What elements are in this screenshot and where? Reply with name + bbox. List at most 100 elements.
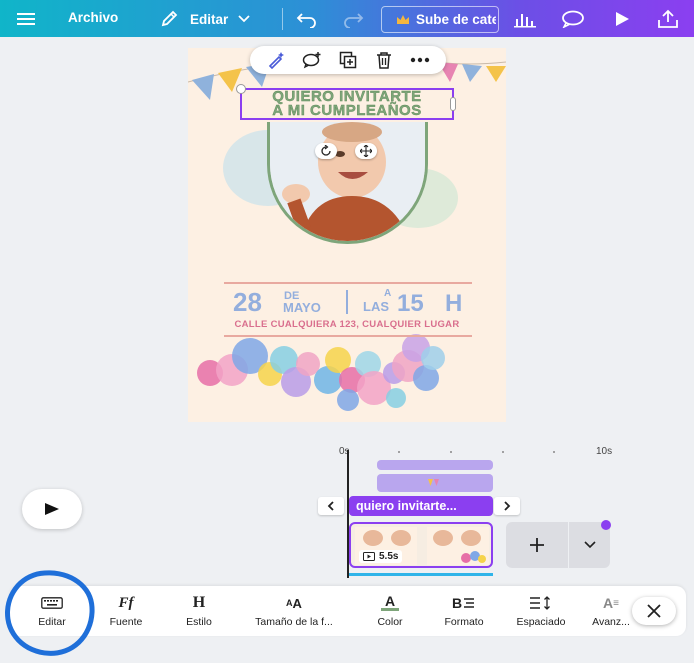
plus-icon <box>530 538 544 552</box>
tool-tamano[interactable]: AA Tamaño de la f... <box>251 594 337 629</box>
date-month: MAYO <box>283 300 321 315</box>
date-day: 28 <box>233 287 262 317</box>
duplicate-button[interactable] <box>337 49 359 71</box>
redo-icon <box>344 13 364 28</box>
text-color-icon: A <box>381 594 399 612</box>
add-page-button[interactable] <box>506 522 568 568</box>
element-context-toolbar <box>250 46 446 74</box>
upgrade-button[interactable]: Sube de categoría <box>381 6 499 33</box>
divider-top <box>224 282 472 284</box>
editar-label: Editar <box>190 11 229 27</box>
style-icon: H <box>192 594 206 611</box>
balloon-cluster <box>197 334 445 411</box>
text-tools-bar: Editar Ff Fuente H Estilo AA Tamaño de l… <box>10 586 686 636</box>
tool-label: Estilo <box>186 616 212 628</box>
resize-handle[interactable] <box>450 97 456 111</box>
ruler-tick <box>450 451 452 453</box>
timeline-progress-bar <box>349 573 493 576</box>
tool-formato[interactable]: B Formato <box>424 594 504 628</box>
notification-dot <box>601 520 611 530</box>
selected-title-text[interactable]: QUIERO INVITARTE A MI CUMPLEAÑOS <box>240 88 454 120</box>
archivo-menu[interactable]: Archivo <box>68 10 118 25</box>
font-icon: Ff <box>118 594 134 611</box>
ruler-end-label: 10s <box>596 446 613 457</box>
play-icon <box>45 503 59 515</box>
video-icon <box>363 552 375 561</box>
play-icon <box>616 12 629 26</box>
tool-label: Color <box>377 616 403 628</box>
selected-layer-label[interactable]: quiero invitarte... <box>349 496 493 516</box>
trash-icon <box>377 52 391 69</box>
page-clip[interactable]: 5.5s <box>349 522 493 568</box>
date-separator <box>346 290 348 314</box>
chevron-right-icon <box>504 501 511 511</box>
bunting-flag <box>486 66 506 82</box>
bunting-layer-icon <box>428 479 439 486</box>
toolbar-separator <box>282 8 283 30</box>
top-toolbar: Archivo Editar Sube de categoría <box>0 0 694 37</box>
tool-label: Tamaño de la f... <box>255 616 333 628</box>
delete-button[interactable] <box>373 49 395 71</box>
undo-button[interactable] <box>294 8 320 30</box>
timeline-layer-track[interactable] <box>377 460 493 470</box>
close-tools-button[interactable] <box>632 597 676 625</box>
bunting-flag <box>462 64 482 82</box>
time-h: H <box>445 290 463 317</box>
chevron-left-icon <box>327 501 334 511</box>
ruler-tick <box>398 451 400 453</box>
share-button[interactable] <box>656 8 680 30</box>
rotate-image-button[interactable] <box>315 143 337 159</box>
move-icon <box>360 145 372 157</box>
editar-menu[interactable]: Editar <box>160 8 250 30</box>
magic-wand-icon <box>268 52 284 69</box>
spacing-icon <box>529 594 553 612</box>
move-image-button[interactable] <box>355 143 377 159</box>
tool-estilo[interactable]: H Estilo <box>159 594 239 628</box>
menu-button[interactable] <box>14 9 38 29</box>
bunting-flag <box>192 74 214 100</box>
tool-fuente[interactable]: Ff Fuente <box>86 594 166 629</box>
format-icon: B <box>452 594 476 612</box>
tool-label: Espaciado <box>516 616 566 628</box>
hamburger-icon <box>17 13 35 25</box>
bar-chart-icon <box>514 14 536 28</box>
time-a: A <box>384 288 392 299</box>
pencil-icon <box>161 10 178 27</box>
archivo-label: Archivo <box>68 10 119 25</box>
annotation-circle <box>0 564 101 662</box>
present-button[interactable] <box>611 9 633 29</box>
clip-duration-badge: 5.5s <box>359 550 403 563</box>
more-horizontal-icon <box>410 57 430 63</box>
ruler-tick <box>502 451 504 453</box>
comment-add-icon <box>302 52 321 69</box>
upload-icon <box>658 9 678 28</box>
advanced-icon: A ≡ <box>603 595 619 611</box>
layer-prev-button[interactable] <box>318 497 344 515</box>
duplicate-icon <box>339 51 357 69</box>
title-line-2: A MI CUMPLEAÑOS <box>272 102 422 119</box>
chevron-down-icon <box>238 15 250 23</box>
svg-text:B: B <box>452 596 462 610</box>
insights-button[interactable] <box>513 9 537 29</box>
comment-icon <box>562 10 584 28</box>
layer-next-button[interactable] <box>494 497 520 515</box>
crown-icon <box>397 15 409 24</box>
redo-button[interactable] <box>340 8 366 30</box>
tool-color[interactable]: A Color <box>350 594 430 628</box>
close-icon <box>647 604 661 618</box>
more-options-button[interactable] <box>409 49 431 71</box>
time-hour: 15 <box>397 290 424 317</box>
rotate-icon <box>321 145 331 156</box>
chevron-down-icon <box>583 541 596 549</box>
time-las: LAS <box>363 299 389 314</box>
add-comment-button[interactable] <box>301 49 323 71</box>
magic-edit-button[interactable] <box>265 49 287 71</box>
timeline-playhead[interactable] <box>347 450 349 578</box>
timeline-layer-track[interactable] <box>377 474 493 492</box>
rotate-handle[interactable] <box>236 84 246 94</box>
divider-bottom <box>224 335 472 337</box>
tool-label: Fuente <box>109 616 143 628</box>
comments-button[interactable] <box>560 9 586 29</box>
play-button[interactable] <box>22 489 82 529</box>
tool-espaciado[interactable]: Espaciado <box>501 594 581 628</box>
